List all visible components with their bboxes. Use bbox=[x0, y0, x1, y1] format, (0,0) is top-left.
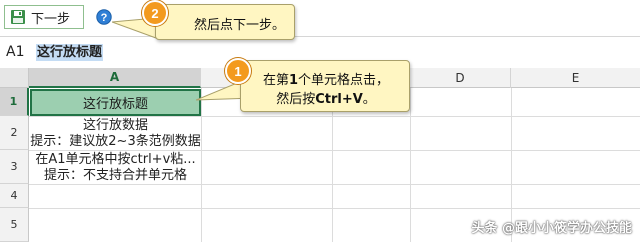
row-header-3[interactable]: 3 bbox=[0, 150, 29, 184]
column-header-d[interactable]: D bbox=[410, 68, 511, 88]
name-box[interactable]: A1 bbox=[6, 44, 24, 60]
svg-text:?: ? bbox=[101, 12, 108, 24]
save-icon bbox=[11, 10, 25, 24]
step-1-badge: 1 bbox=[225, 58, 251, 84]
row-header-4[interactable]: 4 bbox=[0, 184, 29, 208]
row-header-2[interactable]: 2 bbox=[0, 116, 29, 150]
row-header-5[interactable]: 5 bbox=[0, 208, 29, 242]
toolbar-divider bbox=[0, 36, 640, 37]
next-step-label: 下一步 bbox=[31, 11, 71, 27]
row-gridline bbox=[29, 208, 640, 209]
watermark-text: 头条 @跟小小筱学办公技能 bbox=[471, 221, 632, 236]
column-gridline bbox=[201, 88, 202, 242]
step-2-badge: 2 bbox=[142, 0, 168, 26]
cell-a1-text: 这行放标题 bbox=[82, 97, 148, 112]
callout-step-1: 在第1个单元格点击， 然后按Ctrl+V。 bbox=[240, 60, 410, 112]
column-header-a[interactable]: A bbox=[29, 68, 201, 88]
row-gridline bbox=[29, 184, 640, 185]
callout-step-2-text: 然后点下一步。 bbox=[194, 18, 286, 33]
cell-a3-line2: 提示：不支持合并单元格 bbox=[43, 167, 187, 183]
callout-step-1-line2: 然后按Ctrl+V。 bbox=[276, 92, 376, 107]
cell-a2[interactable]: 这行放数据 提示：建议放2~3条范例数据 bbox=[30, 117, 201, 150]
question-circle-icon[interactable]: ? bbox=[96, 9, 112, 25]
cell-a3[interactable]: 在A1单元格中按ctrl+v粘... 提示：不支持合并单元格 bbox=[30, 151, 201, 184]
callout-step-2: 然后点下一步。 bbox=[155, 4, 295, 40]
cell-a1[interactable]: 这行放标题 bbox=[30, 89, 201, 116]
row-header-1[interactable]: 1 bbox=[0, 88, 29, 116]
cell-a2-line2: 提示：建议放2~3条范例数据 bbox=[30, 133, 201, 149]
cell-a3-line1: 在A1单元格中按ctrl+v粘... bbox=[35, 151, 196, 167]
select-all-corner[interactable] bbox=[0, 68, 29, 88]
column-header-e[interactable]: E bbox=[511, 68, 640, 88]
next-step-button[interactable]: 下一步 bbox=[4, 5, 84, 29]
column-gridline bbox=[410, 88, 411, 242]
formula-bar-value[interactable]: 这行放标题 bbox=[36, 44, 104, 61]
callout-step-1-line1: 在第1个单元格点击， bbox=[262, 73, 390, 88]
cell-a2-line1: 这行放数据 bbox=[82, 117, 148, 133]
